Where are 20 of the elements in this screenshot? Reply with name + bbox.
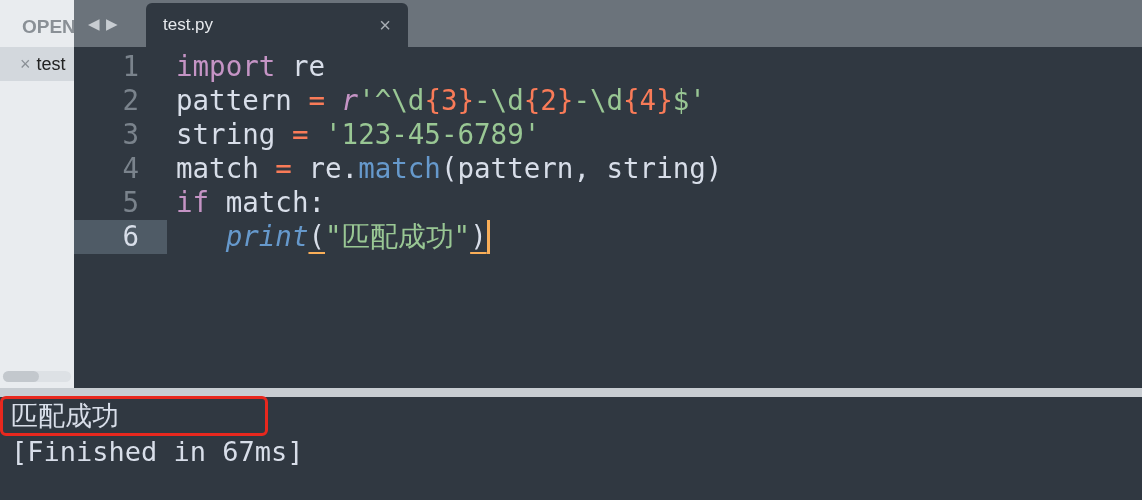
line-number: 3 — [121, 118, 140, 152]
scrollbar[interactable] — [3, 371, 71, 382]
text-cursor — [486, 220, 490, 254]
panel-splitter[interactable] — [0, 388, 1142, 397]
code-line: pattern = r'^\d{3}-\d{2}-\d{4}$' — [175, 83, 706, 119]
code-line: import re — [175, 49, 325, 85]
code-line: string = '123-45-6789' — [175, 117, 541, 153]
line-number: 4 — [121, 152, 140, 186]
sidebar-item[interactable]: × test — [0, 47, 74, 81]
nav-arrow[interactable]: ▶ — [106, 16, 118, 31]
line-number: 5 — [121, 186, 140, 220]
output-line: [Finished in 67ms] — [10, 434, 304, 469]
line-number: 2 — [121, 84, 140, 118]
close-icon[interactable]: × — [379, 10, 391, 40]
line-number: 6 — [74, 220, 167, 254]
file-tab[interactable]: test.py × — [146, 3, 408, 47]
code-line: match = re.match(pattern, string) — [175, 151, 723, 187]
line-number: 1 — [121, 50, 140, 84]
nav-arrow[interactable]: ◀ — [88, 16, 100, 31]
sidebar-header: OPEN — [22, 14, 74, 39]
